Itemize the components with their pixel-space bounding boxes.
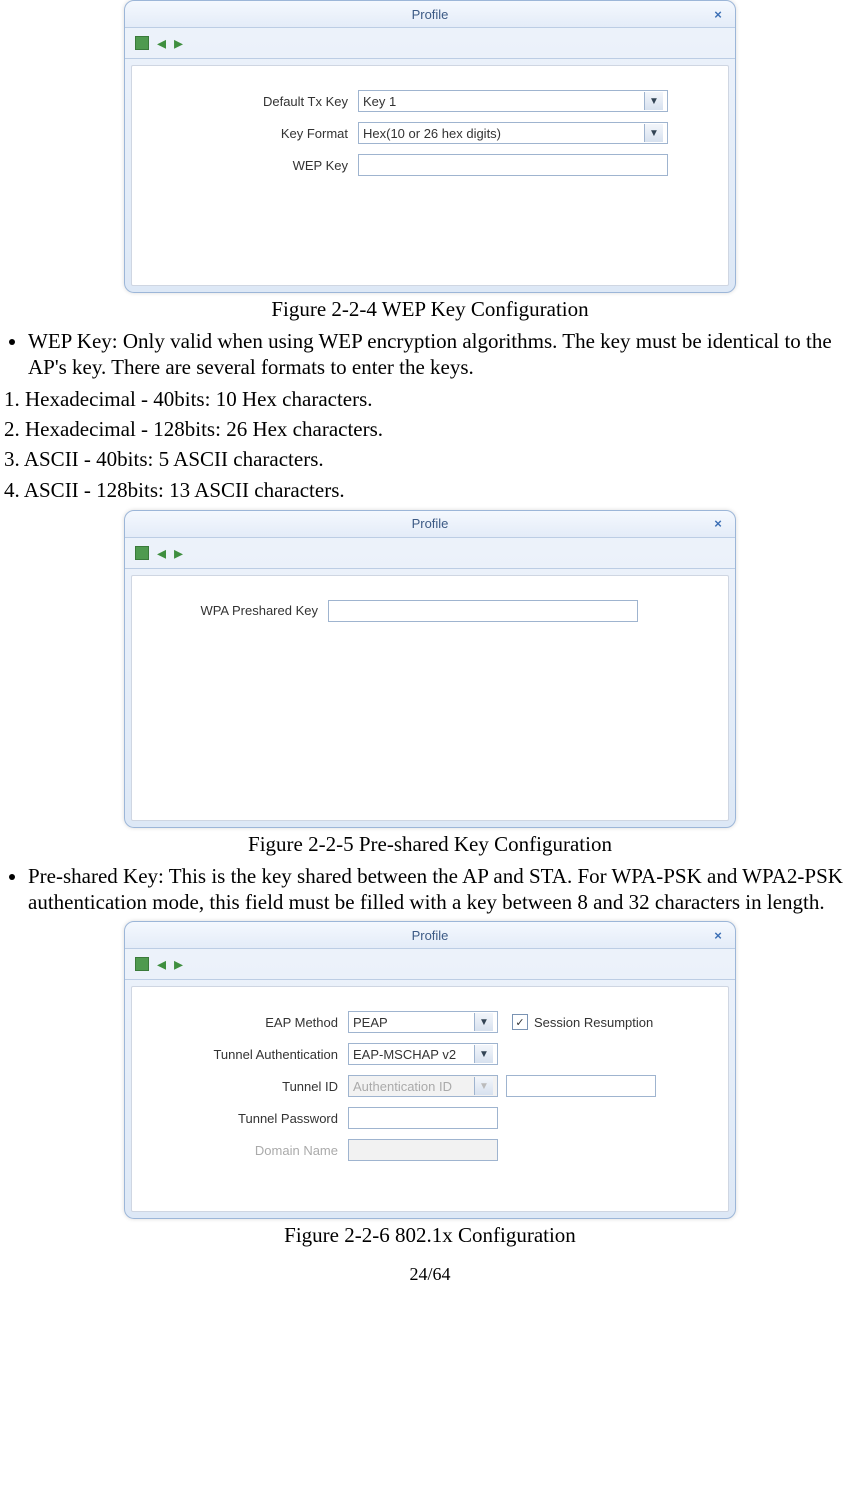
dialog-title: Profile	[412, 7, 449, 22]
wep-key-label: WEP Key	[148, 158, 358, 173]
bullet-list-2: Pre-shared Key: This is the key shared b…	[0, 863, 860, 916]
close-icon[interactable]: ×	[709, 5, 727, 23]
chevron-down-icon: ▼	[644, 92, 663, 110]
format-2: 2. Hexadecimal - 128bits: 26 Hex charact…	[0, 415, 860, 443]
panel: WPA Preshared Key	[131, 575, 729, 821]
close-icon[interactable]: ×	[709, 926, 727, 944]
tunnel-auth-value: EAP-MSCHAP v2	[353, 1047, 456, 1062]
titlebar: Profile ×	[125, 511, 735, 538]
bullet-wep-key: WEP Key: Only valid when using WEP encry…	[28, 328, 860, 381]
tunnel-id-input[interactable]	[506, 1075, 656, 1097]
back-icon[interactable]: ◂	[157, 34, 166, 52]
domain-name-label: Domain Name	[148, 1143, 348, 1158]
forward-icon[interactable]: ▸	[174, 34, 183, 52]
format-1: 1. Hexadecimal - 40bits: 10 Hex characte…	[0, 385, 860, 413]
default-tx-key-value: Key 1	[363, 94, 396, 109]
psk-label: WPA Preshared Key	[148, 603, 328, 618]
wep-key-input[interactable]	[358, 154, 668, 176]
dialog-title: Profile	[412, 516, 449, 531]
key-format-label: Key Format	[148, 126, 358, 141]
dialog-psk: Profile × ◂ ▸ WPA Preshared Key	[124, 510, 736, 828]
forward-icon[interactable]: ▸	[174, 955, 183, 973]
bullet-psk: Pre-shared Key: This is the key shared b…	[28, 863, 860, 916]
titlebar: Profile ×	[125, 1, 735, 28]
dialog-title: Profile	[412, 928, 449, 943]
tunnel-auth-label: Tunnel Authentication	[148, 1047, 348, 1062]
chevron-down-icon: ▼	[474, 1045, 493, 1063]
session-resumption-label: Session Resumption	[534, 1015, 653, 1030]
stop-icon[interactable]	[135, 36, 149, 50]
stop-icon[interactable]	[135, 957, 149, 971]
eap-method-label: EAP Method	[148, 1015, 348, 1030]
eap-method-value: PEAP	[353, 1015, 388, 1030]
figure-caption-2: Figure 2-2-5 Pre-shared Key Configuratio…	[0, 832, 860, 857]
format-3: 3. ASCII - 40bits: 5 ASCII characters.	[0, 445, 860, 473]
figure-caption-1: Figure 2-2-4 WEP Key Configuration	[0, 297, 860, 322]
domain-name-input	[348, 1139, 498, 1161]
tunnel-password-label: Tunnel Password	[148, 1111, 348, 1126]
dialog-wep: Profile × ◂ ▸ Default Tx Key Key 1 ▼ Key…	[124, 0, 736, 293]
bullet-list-1: WEP Key: Only valid when using WEP encry…	[0, 328, 860, 381]
panel: Default Tx Key Key 1 ▼ Key Format Hex(10…	[131, 65, 729, 286]
close-icon[interactable]: ×	[709, 515, 727, 533]
default-tx-key-select[interactable]: Key 1 ▼	[358, 90, 668, 112]
toolbar: ◂ ▸	[125, 538, 735, 569]
dialog-8021x: Profile × ◂ ▸ EAP Method PEAP ▼ ✓ Sessio…	[124, 921, 736, 1219]
tunnel-id-select: Authentication ID ▼	[348, 1075, 498, 1097]
tunnel-id-value: Authentication ID	[353, 1079, 452, 1094]
stop-icon[interactable]	[135, 546, 149, 560]
forward-icon[interactable]: ▸	[174, 544, 183, 562]
panel: EAP Method PEAP ▼ ✓ Session Resumption T…	[131, 986, 729, 1212]
back-icon[interactable]: ◂	[157, 544, 166, 562]
chevron-down-icon: ▼	[474, 1013, 493, 1031]
default-tx-key-label: Default Tx Key	[148, 94, 358, 109]
key-format-select[interactable]: Hex(10 or 26 hex digits) ▼	[358, 122, 668, 144]
format-4: 4. ASCII - 128bits: 13 ASCII characters.	[0, 476, 860, 504]
eap-method-select[interactable]: PEAP ▼	[348, 1011, 498, 1033]
tunnel-auth-select[interactable]: EAP-MSCHAP v2 ▼	[348, 1043, 498, 1065]
chevron-down-icon: ▼	[474, 1077, 493, 1095]
psk-input[interactable]	[328, 600, 638, 622]
key-format-value: Hex(10 or 26 hex digits)	[363, 126, 501, 141]
back-icon[interactable]: ◂	[157, 955, 166, 973]
toolbar: ◂ ▸	[125, 28, 735, 59]
chevron-down-icon: ▼	[644, 124, 663, 142]
page-number: 24/64	[0, 1264, 860, 1285]
tunnel-id-label: Tunnel ID	[148, 1079, 348, 1094]
titlebar: Profile ×	[125, 922, 735, 949]
tunnel-password-input[interactable]	[348, 1107, 498, 1129]
session-resumption-checkbox[interactable]: ✓	[512, 1014, 528, 1030]
toolbar: ◂ ▸	[125, 949, 735, 980]
figure-caption-3: Figure 2-2-6 802.1x Configuration	[0, 1223, 860, 1248]
